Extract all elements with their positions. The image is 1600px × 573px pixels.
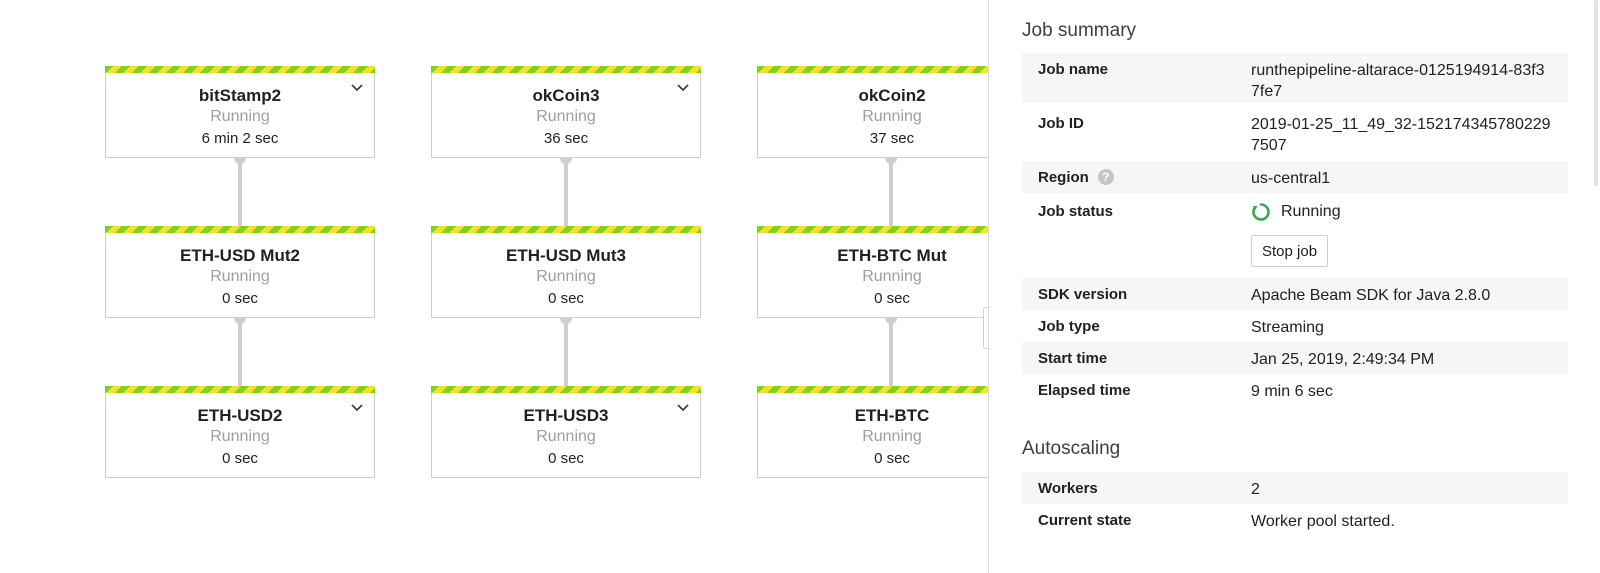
job-id-label: Job ID bbox=[1038, 115, 1084, 132]
help-icon[interactable]: ? bbox=[1097, 169, 1114, 185]
elapsed-time-label: Elapsed time bbox=[1038, 382, 1131, 399]
chevron-down-icon[interactable] bbox=[348, 79, 366, 97]
running-stripe bbox=[757, 386, 988, 393]
graph-edge bbox=[564, 318, 568, 386]
pipeline-graph[interactable]: bitStamp2 Running 6 min 2 sec okCoin3 Ru… bbox=[0, 0, 988, 573]
step-node-okcoin2[interactable]: okCoin2 Running 37 sec bbox=[757, 66, 988, 158]
job-name-label: Job name bbox=[1038, 61, 1109, 78]
chevron-down-icon[interactable] bbox=[674, 79, 692, 97]
step-time: 37 sec bbox=[869, 130, 915, 147]
step-title: ETH-USD Mut3 bbox=[506, 246, 626, 265]
step-time: 0 sec bbox=[222, 290, 258, 307]
step-title: ETH-USD Mut2 bbox=[180, 246, 300, 265]
current-state-label: Current state bbox=[1038, 512, 1132, 529]
job-status-row: Job status Running Stop job bbox=[1022, 195, 1568, 273]
graph-edge bbox=[238, 318, 242, 386]
job-name-row: Job name runthepipeline-altarace-0125194… bbox=[1022, 53, 1568, 103]
start-time-label: Start time bbox=[1038, 350, 1108, 367]
elapsed-time-row: Elapsed time 9 min 6 sec bbox=[1022, 374, 1568, 406]
step-node-eth-usd-mut3[interactable]: ETH-USD Mut3 Running 0 sec bbox=[431, 226, 701, 318]
running-stripe bbox=[431, 386, 701, 393]
job-type-label: Job type bbox=[1038, 318, 1100, 335]
workers-row: Workers 2 bbox=[1022, 472, 1568, 504]
step-status: Running bbox=[862, 428, 922, 445]
step-title: ETH-BTC Mut bbox=[837, 246, 947, 265]
step-time: 36 sec bbox=[543, 130, 589, 147]
job-name-value: runthepipeline-altarace-0125194914-83f37… bbox=[1251, 62, 1545, 100]
step-time: 0 sec bbox=[222, 450, 258, 467]
elapsed-time-value: 9 min 6 sec bbox=[1251, 383, 1333, 400]
step-node-bitstamp2[interactable]: bitStamp2 Running 6 min 2 sec bbox=[105, 66, 375, 158]
step-status: Running bbox=[862, 268, 922, 285]
step-title: bitStamp2 bbox=[198, 86, 282, 105]
job-summary-panel: Job summary Job name runthepipeline-alta… bbox=[988, 0, 1600, 573]
step-title: ETH-BTC bbox=[854, 406, 930, 425]
step-node-eth-usd2[interactable]: ETH-USD2 Running 0 sec bbox=[105, 386, 375, 478]
step-time: 0 sec bbox=[874, 450, 910, 467]
step-title: okCoin2 bbox=[858, 86, 926, 105]
region-value: us-central1 bbox=[1251, 170, 1331, 187]
step-time: 0 sec bbox=[548, 450, 584, 467]
step-time: 6 min 2 sec bbox=[201, 130, 279, 147]
running-stripe bbox=[431, 66, 701, 73]
step-node-eth-btc[interactable]: ETH-BTC Running 0 sec bbox=[757, 386, 988, 478]
running-stripe bbox=[757, 66, 988, 73]
chevron-down-icon[interactable] bbox=[348, 399, 366, 417]
job-status-value: Running bbox=[1281, 203, 1341, 220]
graph-edge bbox=[889, 158, 893, 226]
job-summary-title: Job summary bbox=[1022, 20, 1137, 41]
job-type-row: Job type Streaming bbox=[1022, 310, 1568, 342]
graph-edge bbox=[564, 158, 568, 226]
step-status: Running bbox=[862, 108, 922, 125]
running-spinner-icon bbox=[1252, 203, 1270, 221]
step-title: ETH-USD2 bbox=[197, 406, 283, 425]
step-status: Running bbox=[210, 428, 270, 445]
step-status: Running bbox=[536, 108, 596, 125]
job-id-row: Job ID 2019-01-25_11_49_32-1521743457802… bbox=[1022, 107, 1568, 157]
scrollbar[interactable] bbox=[1594, 0, 1598, 186]
start-time-value: Jan 25, 2019, 2:49:34 PM bbox=[1251, 351, 1435, 368]
autoscaling-title: Autoscaling bbox=[1022, 438, 1121, 459]
graph-edge bbox=[238, 158, 242, 226]
region-row: Region? us-central1 bbox=[1022, 161, 1568, 193]
current-state-row: Current state Worker pool started. bbox=[1022, 504, 1568, 536]
step-node-eth-btc-mut[interactable]: ETH-BTC Mut Running 0 sec bbox=[757, 226, 988, 318]
stop-job-button[interactable]: Stop job bbox=[1251, 235, 1329, 267]
graph-edge bbox=[889, 318, 893, 386]
region-label-wrap: Region? bbox=[1038, 169, 1114, 186]
step-status: Running bbox=[536, 268, 596, 285]
sdk-row: SDK version Apache Beam SDK for Java 2.8… bbox=[1022, 278, 1568, 310]
step-title: ETH-USD3 bbox=[523, 406, 609, 425]
workers-value: 2 bbox=[1251, 481, 1260, 498]
step-node-eth-usd-mut2[interactable]: ETH-USD Mut2 Running 0 sec bbox=[105, 226, 375, 318]
current-state-value: Worker pool started. bbox=[1251, 513, 1395, 530]
running-stripe bbox=[431, 226, 701, 233]
region-label: Region bbox=[1038, 169, 1089, 186]
step-time: 0 sec bbox=[874, 290, 910, 307]
job-type-value: Streaming bbox=[1251, 319, 1324, 336]
step-time: 0 sec bbox=[548, 290, 584, 307]
chevron-down-icon[interactable] bbox=[674, 399, 692, 417]
running-stripe bbox=[105, 226, 375, 233]
step-title: okCoin3 bbox=[532, 86, 600, 105]
job-status-label: Job status bbox=[1038, 203, 1114, 220]
running-stripe bbox=[105, 386, 375, 393]
workers-label: Workers bbox=[1038, 480, 1098, 497]
step-status: Running bbox=[536, 428, 596, 445]
start-time-row: Start time Jan 25, 2019, 2:49:34 PM bbox=[1022, 342, 1568, 374]
running-stripe bbox=[105, 66, 375, 73]
step-node-eth-usd3[interactable]: ETH-USD3 Running 0 sec bbox=[431, 386, 701, 478]
step-status: Running bbox=[210, 268, 270, 285]
job-id-value: 2019-01-25_11_49_32-1521743457802297507 bbox=[1251, 116, 1551, 154]
step-node-okcoin3[interactable]: okCoin3 Running 36 sec bbox=[431, 66, 701, 158]
sdk-label: SDK version bbox=[1038, 286, 1128, 303]
running-stripe bbox=[757, 226, 988, 233]
sdk-value: Apache Beam SDK for Java 2.8.0 bbox=[1251, 287, 1491, 304]
step-status: Running bbox=[210, 108, 270, 125]
